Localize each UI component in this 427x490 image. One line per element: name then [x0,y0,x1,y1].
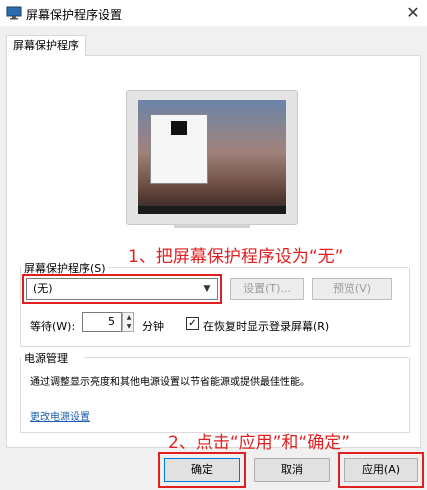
preview-mini-window [150,114,208,184]
screensaver-app-icon [6,6,22,20]
annotation-step1: 1、把屏幕保护程序设为“无” [128,247,344,267]
monitor-stand [174,224,250,228]
close-icon[interactable]: ✕ [402,2,424,24]
wait-label: 等待(W): [30,320,76,333]
settings-button[interactable]: 设置(T)... [230,278,304,300]
power-description: 通过调整显示亮度和其他电源设置以节省能源或提供最佳性能。 [30,377,310,388]
preview-taskbar [138,206,286,214]
wait-unit-label: 分钟 [142,320,164,333]
wait-spinner[interactable]: ▲ ▼ [122,312,134,332]
highlight-box-select [22,274,222,304]
annotation-step2: 2、点击“应用”和“确定” [168,433,351,453]
spin-down-icon[interactable]: ▼ [124,322,134,331]
cancel-button[interactable]: 取消 [254,458,330,482]
tab-screensaver[interactable]: 屏幕保护程序 [6,35,86,56]
wait-minutes-input[interactable]: 5 [82,312,122,332]
spin-up-icon[interactable]: ▲ [124,313,134,322]
preview-button[interactable]: 预览(V) [312,278,392,300]
window-title: 屏幕保护程序设置 [26,8,123,22]
preview-screen [138,100,286,214]
resume-login-label[interactable]: 在恢复时显示登录屏幕(R) [203,318,329,334]
power-group-label: 电源管理 [24,352,68,365]
preview-black-thumbnail [171,121,187,135]
highlight-box-apply [338,452,424,488]
change-power-settings-link[interactable]: 更改电源设置 [30,408,90,423]
highlight-box-ok [158,452,246,488]
resume-login-checkbox[interactable]: ✓ [186,317,199,330]
